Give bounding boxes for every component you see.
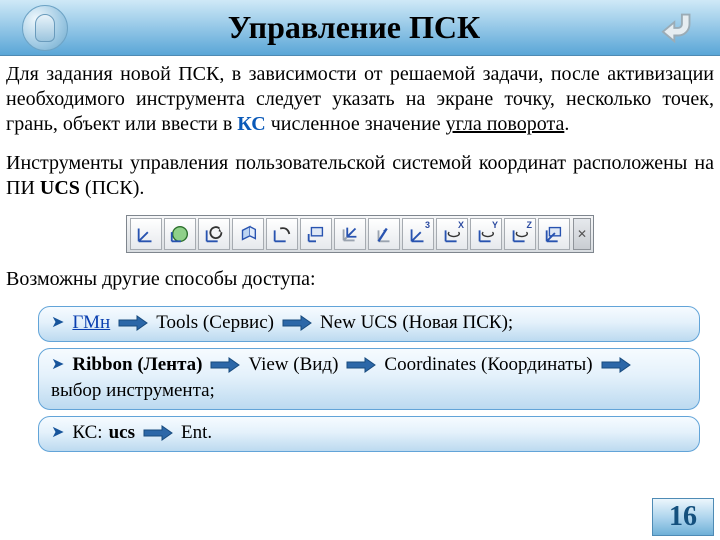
undo-icon[interactable] (652, 4, 708, 48)
gmn-link[interactable]: ГМн (72, 311, 110, 335)
header-bar: Управление ПСК (0, 0, 720, 56)
content-area: Для задания новой ПСК, в зависимости от … (0, 56, 720, 540)
ribbon-label: Ribbon (Лента) (72, 353, 202, 377)
arrow-icon (118, 315, 148, 331)
kc-label: КС: (72, 421, 102, 445)
ucs-face-icon[interactable] (232, 218, 264, 250)
ent-label: Ent. (181, 421, 212, 445)
page-number: 16 (652, 498, 714, 536)
ucs-toolbar: 3 X Y Z ✕ (6, 215, 714, 253)
ucs-world-icon[interactable] (164, 218, 196, 250)
paragraph-1: Для задания новой ПСК, в зависимости от … (6, 62, 714, 137)
label-y: Y (492, 220, 498, 230)
tools-label: Tools (Сервис) (156, 311, 274, 335)
bullet-icon: ➤ (51, 353, 64, 377)
paragraph-3: Возможны другие способы доступа: (6, 267, 714, 292)
view-label: View (Вид) (248, 353, 338, 377)
ucs-command: ucs (109, 421, 135, 445)
page-title: Управление ПСК (68, 9, 640, 46)
arrow-icon (282, 315, 312, 331)
newucs-label: New UCS (Новая ПСК); (320, 311, 513, 335)
access-row-2: ➤ Ribbon (Лента) View (Вид) Coordinates … (38, 348, 700, 410)
access-row-1: ➤ ГМн Tools (Сервис) New UCS (Новая ПСК)… (38, 306, 700, 342)
ucs-rotate-y-icon[interactable]: Y (470, 218, 502, 250)
ucs-object-icon[interactable] (266, 218, 298, 250)
p1-underline: угла поворота (446, 113, 565, 135)
p2-bold: UCS (40, 177, 80, 199)
p1-text-b: численное значение (266, 113, 446, 135)
tail-label: выбор инструмента; (51, 379, 687, 403)
toolbar-close-icon[interactable]: ✕ (573, 218, 591, 250)
ucs-apply-icon[interactable] (538, 218, 570, 250)
ucs-toolbar-inner: 3 X Y Z ✕ (126, 215, 594, 253)
p1-text-c: . (564, 113, 569, 135)
paragraph-2: Инструменты управления пользовательской … (6, 151, 714, 201)
access-row-3: ➤ КС: ucs Ent. (38, 416, 700, 452)
label-3: 3 (425, 220, 430, 230)
ucs-rotate-z-icon[interactable]: Z (504, 218, 536, 250)
p2-text-c: (ПСК). (80, 177, 144, 199)
ucs-rotate-x-icon[interactable]: X (436, 218, 468, 250)
ucs-zaxis-icon[interactable] (368, 218, 400, 250)
label-z: Z (527, 220, 533, 230)
ucs-origin-icon[interactable] (334, 218, 366, 250)
ucs-view-icon[interactable] (300, 218, 332, 250)
label-x: X (458, 220, 464, 230)
arrow-icon (346, 357, 376, 373)
p1-kc: КС (237, 113, 265, 135)
arrow-icon (210, 357, 240, 373)
bullet-icon: ➤ (51, 311, 64, 335)
ucs-axes-icon[interactable] (130, 218, 162, 250)
ucs-prev-icon[interactable] (198, 218, 230, 250)
ucs-3point-icon[interactable]: 3 (402, 218, 434, 250)
arrow-icon (143, 425, 173, 441)
logo-icon (22, 5, 68, 51)
coords-label: Coordinates (Координаты) (384, 353, 592, 377)
bullet-icon: ➤ (51, 421, 64, 445)
arrow-icon (601, 357, 631, 373)
